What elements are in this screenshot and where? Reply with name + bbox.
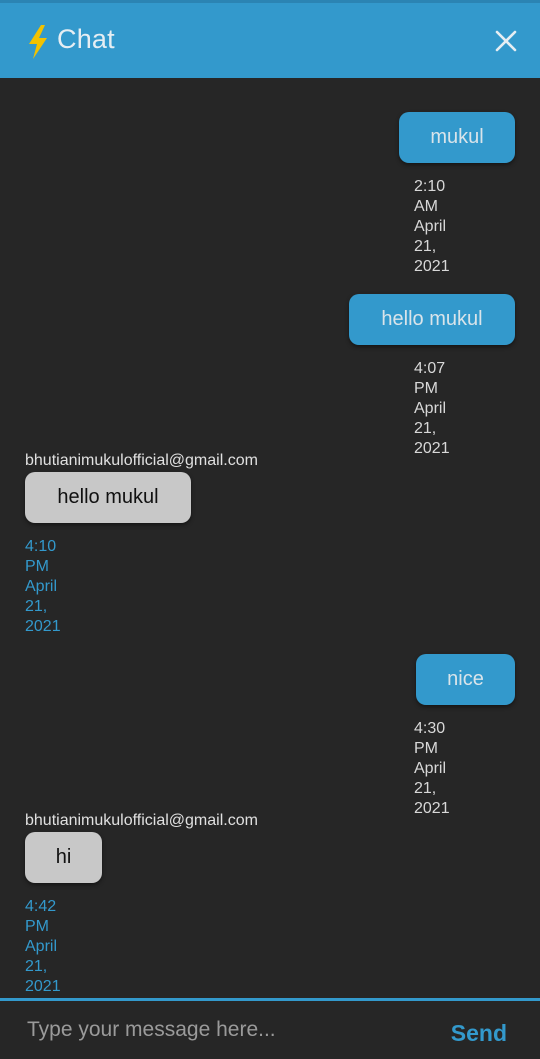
message-text: hi	[55, 846, 72, 868]
send-button[interactable]: Send	[451, 1020, 507, 1047]
message-time: 4:10 PM	[25, 538, 57, 575]
message-text: hello mukul	[381, 308, 483, 330]
message-composer: Send	[0, 998, 540, 1059]
message-date: April 21, 2021	[414, 760, 450, 817]
message-text: mukul	[430, 126, 484, 148]
message-timestamp: 4:07 PM April 21, 2021	[414, 359, 450, 459]
message-timestamp: 4:30 PM April 21, 2021	[414, 719, 450, 819]
message-time: 4:30 PM	[414, 720, 446, 757]
message-bubble[interactable]: nice	[416, 654, 515, 705]
message-input[interactable]	[0, 1001, 420, 1059]
message-time: 2:10 AM	[414, 178, 446, 215]
message-date: April 21, 2021	[414, 218, 450, 275]
message-text: nice	[447, 668, 484, 690]
chat-header: Chat	[0, 0, 540, 78]
message-text: hello mukul	[57, 486, 159, 508]
message-date: April 21, 2021	[25, 938, 61, 995]
message-date: April 21, 2021	[414, 400, 450, 457]
message-timestamp: 4:42 PM April 21, 2021	[25, 897, 61, 997]
message-list[interactable]: mukul 2:10 AM April 21, 2021 hello mukul…	[0, 78, 540, 998]
message-time: 4:07 PM	[414, 360, 446, 397]
message-timestamp: 2:10 AM April 21, 2021	[414, 177, 450, 277]
message-sender: bhutianimukulofficial@gmail.com	[25, 452, 258, 469]
close-icon[interactable]	[495, 30, 517, 52]
chat-title: Chat	[57, 24, 115, 54]
message-sender: bhutianimukulofficial@gmail.com	[25, 812, 258, 829]
message-bubble[interactable]: mukul	[399, 112, 515, 163]
lightning-bolt-icon	[29, 25, 47, 59]
message-timestamp: 4:10 PM April 21, 2021	[25, 537, 61, 637]
message-bubble[interactable]: hello mukul	[349, 294, 515, 345]
message-bubble[interactable]: hi	[25, 832, 102, 883]
message-time: 4:42 PM	[25, 898, 57, 935]
chat-app: Chat mukul 2:10 AM April 21, 2021 hello …	[0, 0, 540, 1059]
message-bubble[interactable]: hello mukul	[25, 472, 191, 523]
message-date: April 21, 2021	[25, 578, 61, 635]
